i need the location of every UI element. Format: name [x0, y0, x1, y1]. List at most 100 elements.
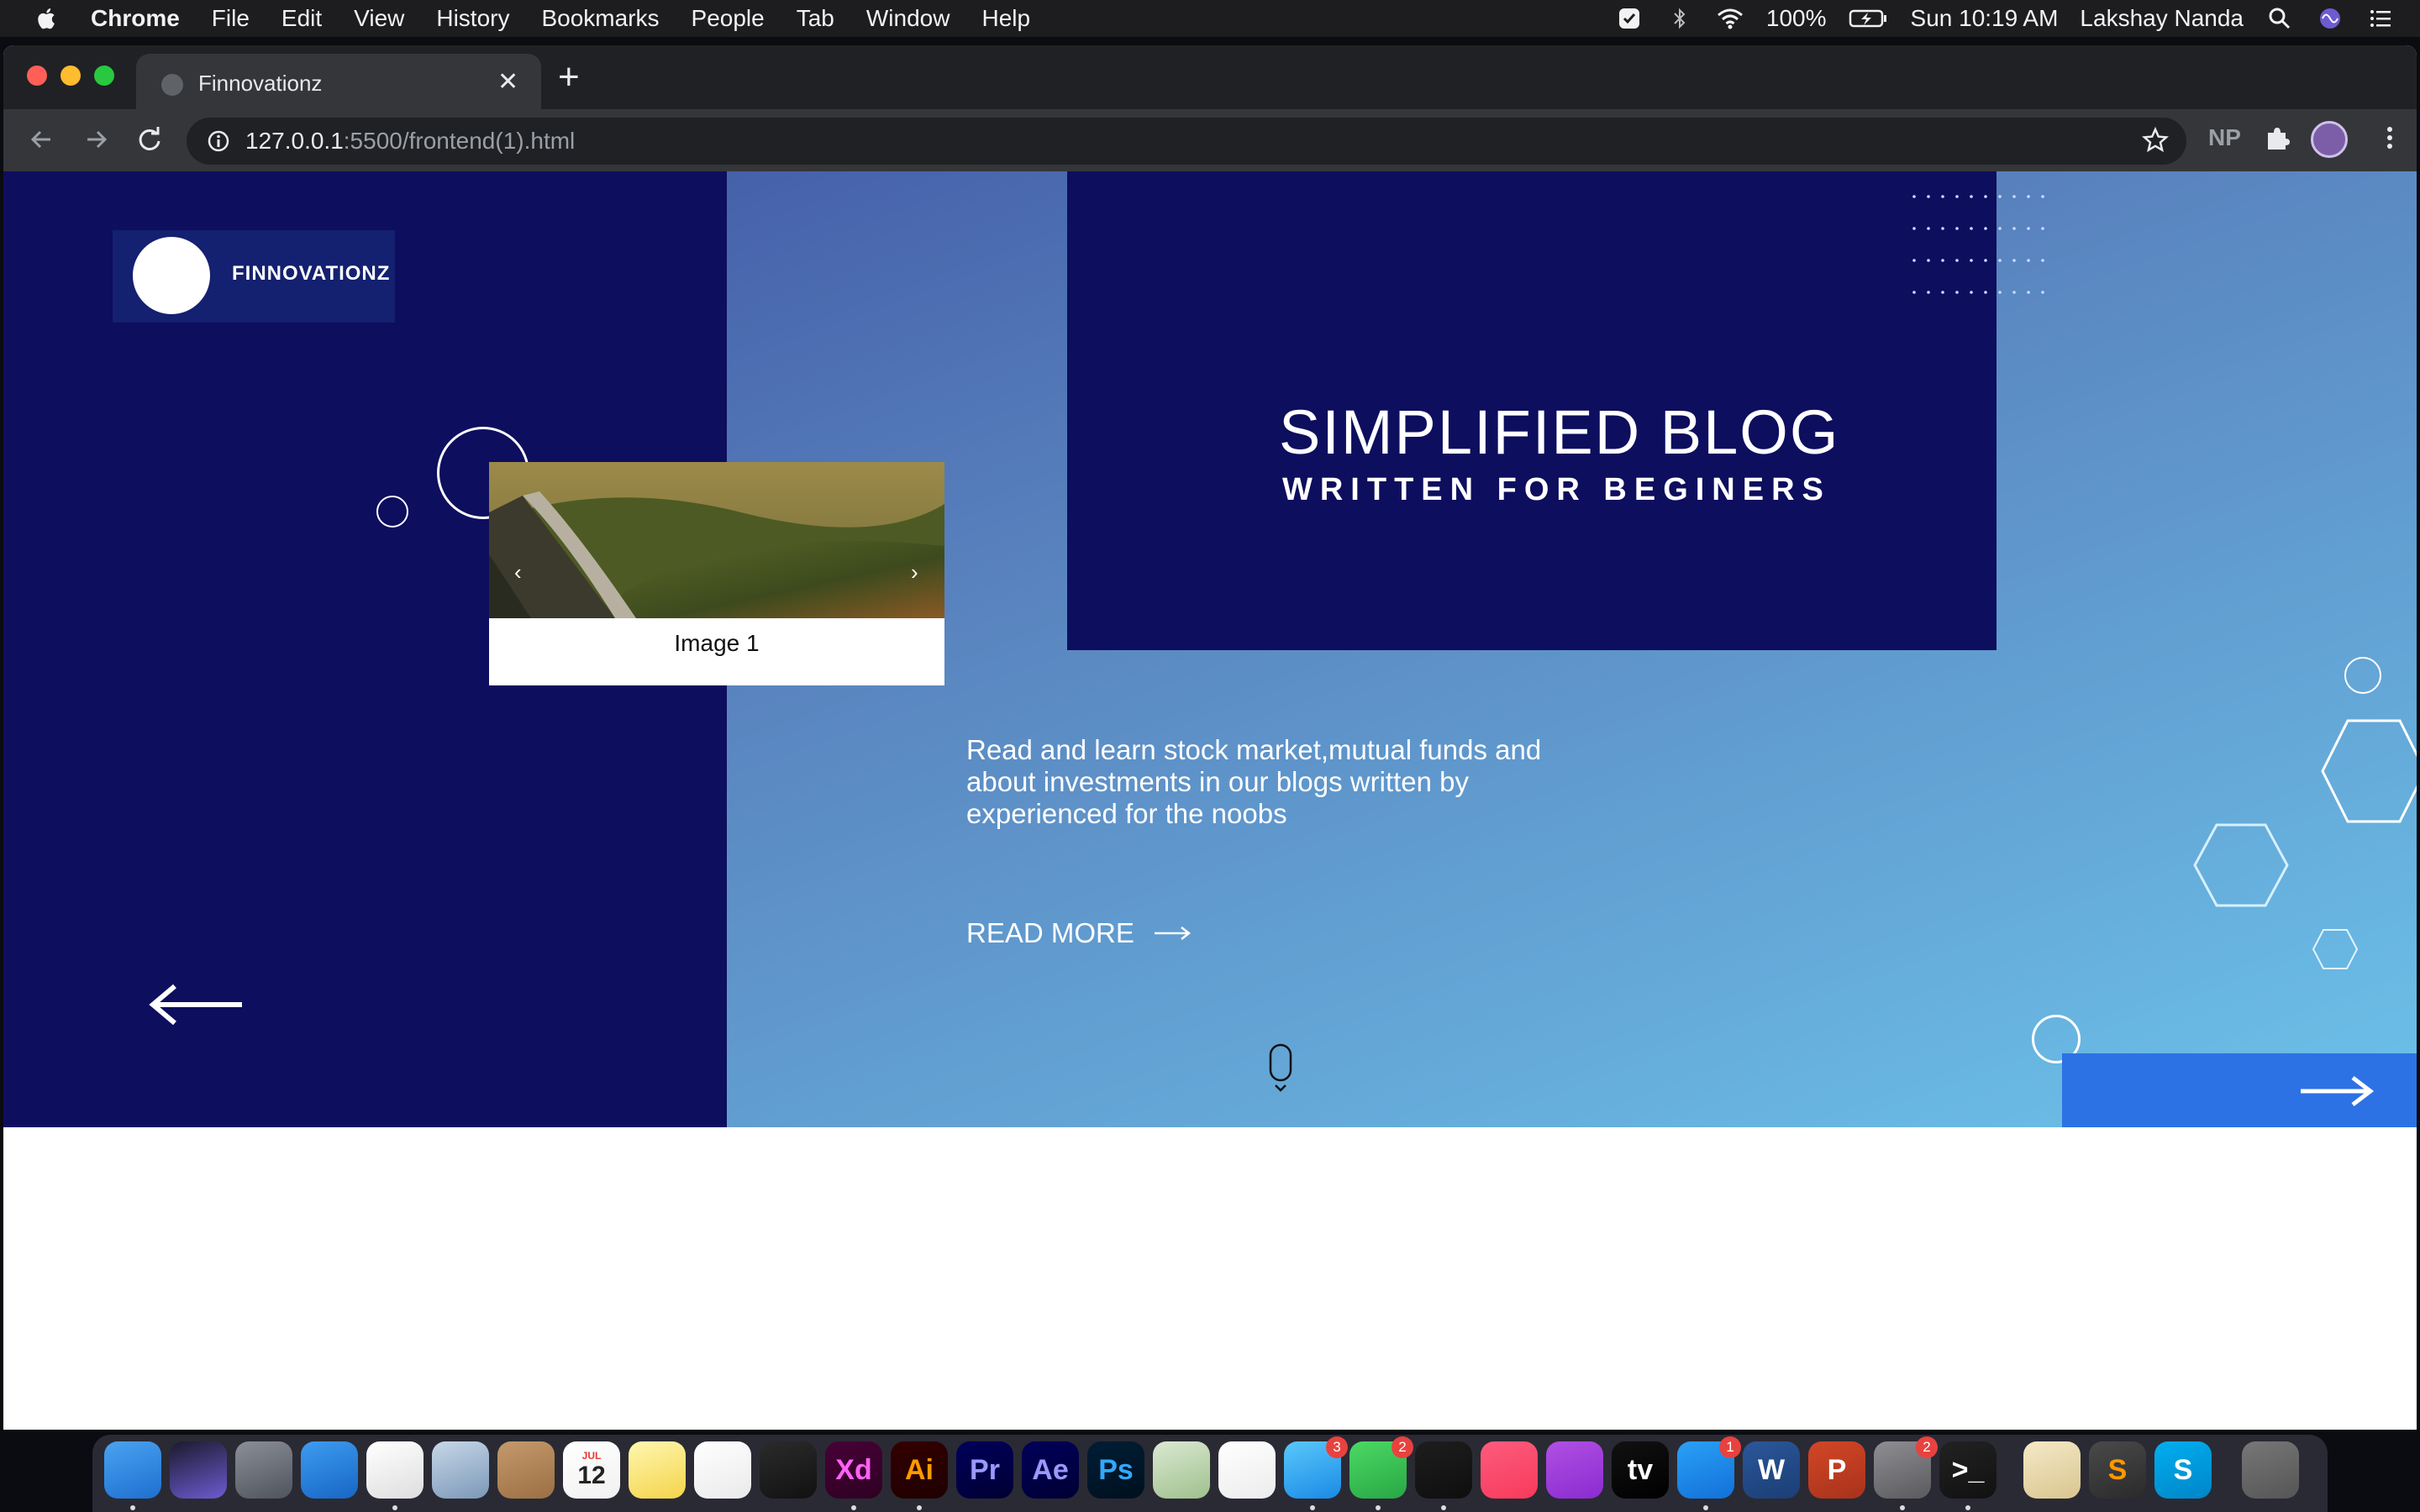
dock-safari-icon[interactable] — [301, 1441, 358, 1499]
read-more-label: READ MORE — [966, 917, 1134, 948]
menu-history[interactable]: History — [436, 5, 509, 32]
dock-music-icon[interactable] — [1481, 1441, 1538, 1499]
notification-badge: 3 — [1326, 1436, 1348, 1458]
macos-menubar: Chrome File Edit View History Bookmarks … — [0, 0, 2420, 37]
bookmark-star-icon[interactable] — [2141, 126, 2170, 155]
dock-adobe-xd-icon[interactable]: Xd — [825, 1441, 882, 1499]
menu-view[interactable]: View — [354, 5, 404, 32]
read-more-link[interactable]: READ MORE — [966, 917, 1192, 949]
dock-powerpoint-icon[interactable]: P — [1808, 1441, 1865, 1499]
battery-charging-icon[interactable] — [1849, 6, 1889, 31]
carousel-prev-icon[interactable]: ‹ — [514, 559, 522, 585]
dock-maps-icon[interactable] — [1153, 1441, 1210, 1499]
menu-help[interactable]: Help — [981, 5, 1030, 32]
site-info-icon[interactable] — [207, 129, 230, 153]
dock-final-cut-pro-icon[interactable] — [760, 1441, 817, 1499]
dock-word-icon[interactable]: W — [1743, 1441, 1800, 1499]
dock-icon-label — [170, 1441, 227, 1499]
app-running-indicator — [1310, 1505, 1315, 1510]
page-viewport: FINNOVATIONZ ‹ › Image 1 SIMPLIFIED BLOG… — [3, 171, 2417, 1430]
browser-tab[interactable]: Finnovationz ✕ — [136, 54, 541, 109]
menu-bookmarks[interactable]: Bookmarks — [541, 5, 659, 32]
dock-icon-label: S — [2107, 1453, 2128, 1486]
dot-grid-decoration — [1912, 195, 2044, 294]
dock-chrome-icon[interactable] — [366, 1441, 424, 1499]
address-bar[interactable]: 127.0.0.1:5500/frontend(1).html — [187, 118, 2186, 165]
dock-siri-icon[interactable] — [170, 1441, 227, 1499]
dock-sublime-text-icon[interactable]: S — [2089, 1441, 2146, 1499]
carousel-next-icon[interactable]: › — [911, 559, 918, 585]
dock-illustrator-icon[interactable]: Ai — [891, 1441, 948, 1499]
menu-edit[interactable]: Edit — [281, 5, 322, 32]
logo-circle-icon — [133, 237, 210, 314]
dock-after-effects-icon[interactable]: Ae — [1022, 1441, 1079, 1499]
dock-icon-label — [432, 1441, 489, 1499]
dock-grapher-icon[interactable] — [2023, 1441, 2081, 1499]
reload-icon[interactable] — [133, 123, 166, 156]
image-carousel[interactable]: ‹ › Image 1 — [489, 462, 944, 685]
extensions-puzzle-icon[interactable] — [2260, 121, 2294, 155]
minimize-window-button[interactable] — [60, 66, 81, 86]
dock-contacts-icon[interactable] — [497, 1441, 555, 1499]
dock-premiere-pro-icon[interactable]: Pr — [956, 1441, 1013, 1499]
menubar-user[interactable]: Lakshay Nanda — [2080, 5, 2244, 32]
url-text[interactable]: 127.0.0.1:5500/frontend(1).html — [245, 128, 575, 155]
dock-finder-icon[interactable] — [104, 1441, 161, 1499]
dock-photos-icon[interactable] — [1218, 1441, 1276, 1499]
dock-podcasts-icon[interactable] — [1546, 1441, 1603, 1499]
new-tab-plus-icon[interactable]: + — [558, 59, 580, 96]
menu-app-name[interactable]: Chrome — [91, 5, 180, 32]
menu-tab[interactable]: Tab — [797, 5, 834, 32]
dock-icon-label — [366, 1441, 424, 1499]
back-arrow-icon[interactable] — [25, 123, 59, 156]
dock-reminders-icon[interactable] — [694, 1441, 751, 1499]
dock-preview-icon[interactable] — [432, 1441, 489, 1499]
dock-icon-label — [629, 1441, 686, 1499]
dock-terminal-icon[interactable]: >_ — [1939, 1441, 1996, 1499]
np-extension-icon[interactable]: NP — [2208, 124, 2241, 151]
macos-dock: JUL 12 Xd Ai Pr Ae Ps 3 2 tv 1 W P 2 >_ S S — [92, 1435, 2328, 1512]
menubar-clock[interactable]: Sun 10:19 AM — [1911, 5, 2059, 32]
dock-calendar-icon[interactable]: JUL 12 — [563, 1441, 620, 1499]
menu-file[interactable]: File — [212, 5, 250, 32]
headline-subtitle: WRITTEN FOR BEGINERS — [1282, 472, 1831, 507]
dock-icon-label — [1546, 1441, 1603, 1499]
apple-menu-icon[interactable] — [34, 5, 60, 32]
chrome-menu-icon[interactable] — [2373, 121, 2407, 155]
menu-window[interactable]: Window — [866, 5, 950, 32]
app-running-indicator — [1376, 1505, 1381, 1510]
checkmark-status-icon[interactable] — [1615, 6, 1644, 31]
hero-section: FINNOVATIONZ ‹ › Image 1 SIMPLIFIED BLOG… — [3, 171, 2417, 1127]
headline-title: SIMPLIFIED BLOG — [1279, 397, 1840, 467]
menu-people[interactable]: People — [692, 5, 765, 32]
dock-notes-icon[interactable] — [629, 1441, 686, 1499]
dock-icon-label: Xd — [835, 1453, 872, 1486]
dock-apple-tv-icon[interactable]: tv — [1612, 1441, 1669, 1499]
app-running-indicator — [392, 1505, 397, 1510]
browser-toolbar: 127.0.0.1:5500/frontend(1).html NP — [3, 109, 2417, 171]
wifi-icon[interactable] — [1716, 6, 1744, 31]
next-slide-button[interactable] — [2062, 1053, 2417, 1127]
close-window-button[interactable] — [27, 66, 47, 86]
dock-vs-code-icon[interactable] — [1415, 1441, 1472, 1499]
left-arrow-icon[interactable] — [146, 979, 247, 1030]
dock-skype-icon[interactable]: S — [2154, 1441, 2212, 1499]
dock-icon-label — [301, 1441, 358, 1499]
dock-photoshop-icon[interactable]: Ps — [1087, 1441, 1144, 1499]
fullscreen-window-button[interactable] — [94, 66, 114, 86]
carousel-landscape-image: ‹ › — [489, 462, 944, 618]
long-right-arrow-icon — [1154, 927, 1191, 940]
spotlight-search-icon[interactable] — [2265, 6, 2294, 31]
brand-logo[interactable]: FINNOVATIONZ — [113, 230, 395, 323]
dock-trash-icon[interactable] — [2242, 1441, 2299, 1499]
right-arrow-icon — [2301, 1076, 2375, 1106]
control-center-icon[interactable] — [2366, 6, 2395, 31]
forward-arrow-icon[interactable] — [79, 123, 113, 156]
dock-launchpad-icon[interactable] — [235, 1441, 292, 1499]
tab-close-icon[interactable]: ✕ — [497, 67, 518, 97]
siri-icon[interactable] — [2316, 6, 2344, 31]
bluetooth-icon[interactable] — [1665, 6, 1694, 31]
profile-avatar[interactable] — [2311, 121, 2348, 158]
app-running-indicator — [851, 1505, 856, 1510]
dock-icon-label: Pr — [970, 1453, 1000, 1486]
